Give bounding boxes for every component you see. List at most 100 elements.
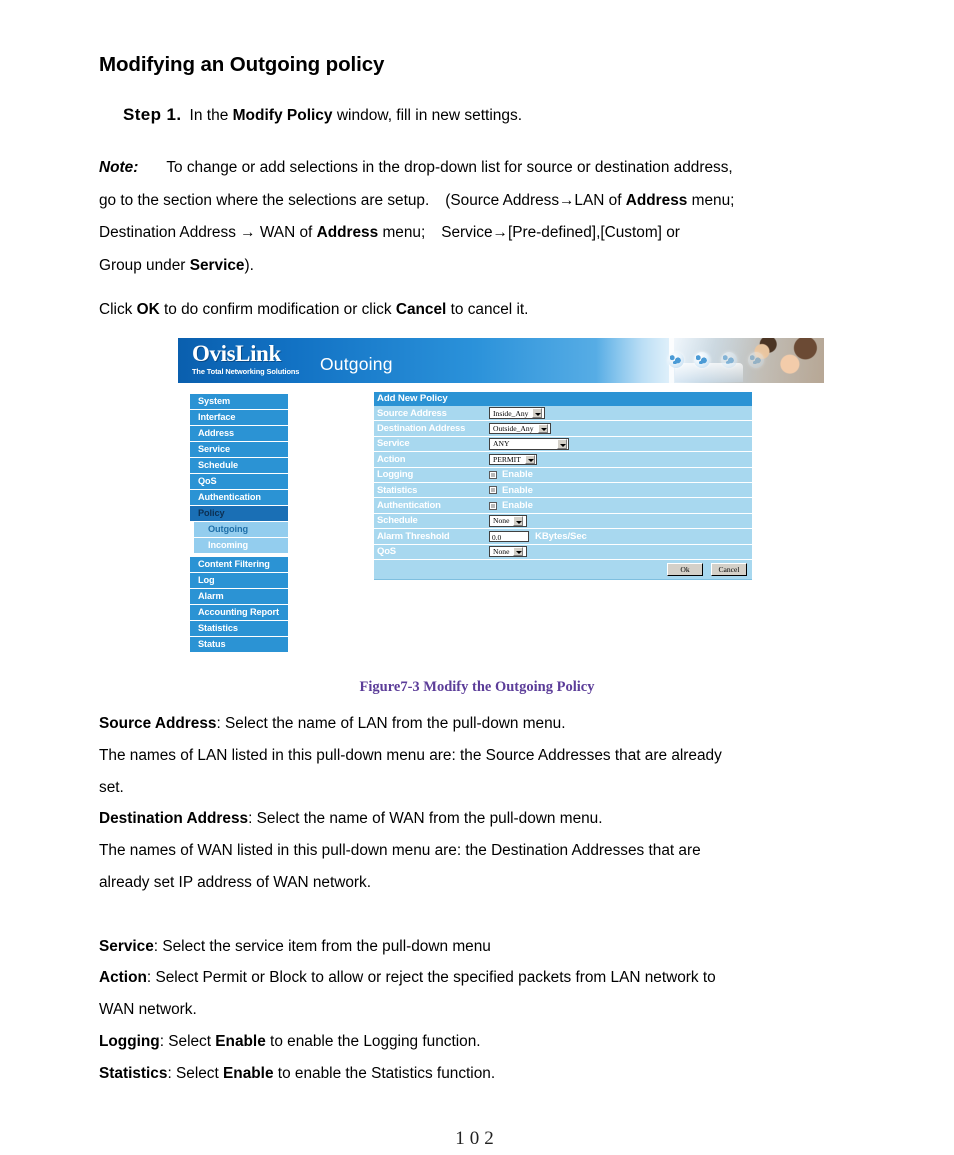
form-row-authentication: Authentication Enable	[374, 498, 752, 514]
desc-text-logging-a: : Select	[159, 1032, 212, 1050]
note-bold-service: Service	[189, 256, 245, 274]
sidebar-item-accounting-report[interactable]: Accounting Report	[190, 605, 288, 620]
desc-text-wan-1: The names of WAN listed in this pull-dow…	[99, 842, 701, 860]
label-source-address: Source Address	[377, 407, 447, 419]
statistics-enable-checkbox[interactable]	[489, 486, 497, 495]
label-qos: QoS	[377, 546, 396, 558]
desc-bold-enable-statistics: Enable	[223, 1064, 274, 1082]
desc-source-address: Source Address: Select the name of LAN f…	[99, 708, 911, 740]
desc-wan-names-2: already set IP address of WAN network.	[99, 867, 911, 899]
sidebar-item-address[interactable]: Address	[190, 426, 288, 441]
sidebar-item-authentication[interactable]: Authentication	[190, 490, 288, 505]
desc-service: Service: Select the service item from th…	[99, 931, 911, 963]
click-text-c: to cancel it.	[450, 301, 529, 318]
cancel-button[interactable]: Cancel	[711, 563, 747, 576]
schedule-select[interactable]: None	[489, 515, 527, 527]
note-bold-address-1: Address	[625, 191, 688, 209]
click-ok-cancel-line: Click OK to do confirm modification or c…	[99, 296, 528, 324]
note-paragraph: Note: To change or add selections in the …	[99, 152, 911, 282]
note-line-1: To change or add selections in the drop-…	[166, 159, 733, 176]
sidebar-item-log[interactable]: Log	[190, 573, 288, 588]
sidebar-item-qos[interactable]: QoS	[190, 474, 288, 489]
form-row-destination-address: Destination Address Outside_Any	[374, 421, 752, 437]
sidebar-item-incoming[interactable]: Incoming	[194, 538, 288, 553]
label-statistics: Statistics	[377, 484, 418, 496]
note-label: Note:	[99, 159, 139, 176]
destination-address-value: Outside_Any	[493, 424, 534, 434]
note-arrow-icon: →	[240, 224, 256, 241]
page-title: Modifying an Outgoing policy	[99, 53, 385, 76]
form-title: Add New Policy	[374, 392, 752, 406]
desc-blank-line	[99, 899, 911, 931]
form-row-action: Action PERMIT	[374, 452, 752, 468]
desc-text-lan-2: set.	[99, 778, 124, 796]
desc-text-statistics-a: : Select	[167, 1064, 219, 1082]
sidebar-item-statistics[interactable]: Statistics	[190, 621, 288, 636]
note-line-2a: go to the section where the selections a…	[99, 191, 430, 209]
desc-statistics: Statistics: Select Enable to enable the …	[99, 1058, 911, 1090]
globe-icon	[721, 352, 737, 368]
ok-button[interactable]: Ok	[667, 563, 703, 576]
form-row-alarm-threshold: Alarm Threshold 0.0 KBytes/Sec	[374, 529, 752, 545]
chevron-down-icon	[513, 516, 524, 526]
qos-select[interactable]: None	[489, 545, 527, 558]
logging-enable-checkbox[interactable]	[489, 470, 497, 479]
sidebar-item-system[interactable]: System	[190, 394, 288, 409]
globe-icon	[748, 352, 764, 368]
sidebar-item-interface[interactable]: Interface	[190, 410, 288, 425]
desc-term-action: Action	[99, 969, 147, 987]
sidebar-item-outgoing[interactable]: Outgoing	[194, 522, 288, 537]
label-authentication: Authentication	[377, 500, 441, 512]
desc-lan-names-1: The names of LAN listed in this pull-dow…	[99, 740, 911, 772]
service-value: ANY	[493, 439, 510, 449]
sidebar-item-policy[interactable]: Policy	[190, 506, 288, 521]
sidebar-item-alarm[interactable]: Alarm	[190, 589, 288, 604]
step-text-2: window, fill in new settings.	[336, 107, 523, 124]
desc-destination-address: Destination Address: Select the name of …	[99, 803, 911, 835]
note-line-3d: Service→[Pre-defined],[Custom] or	[441, 224, 680, 241]
page-number: 102	[455, 1128, 499, 1149]
desc-text-lan-1: The names of LAN listed in this pull-dow…	[99, 746, 722, 764]
screenshot-page-title: Outgoing	[320, 354, 393, 374]
form-row-statistics: Statistics Enable	[374, 482, 752, 499]
destination-address-select[interactable]: Outside_Any	[489, 422, 551, 435]
document-page: Modifying an Outgoing policy Step 1. In t…	[0, 0, 954, 1155]
alarm-threshold-input[interactable]: 0.0	[489, 530, 529, 543]
sidebar-item-status[interactable]: Status	[190, 637, 288, 652]
service-select[interactable]: ANY	[489, 438, 569, 450]
sidebar-item-schedule[interactable]: Schedule	[190, 458, 288, 473]
header-photo-fade	[596, 338, 674, 383]
desc-text-action-cont: WAN network.	[99, 1001, 197, 1019]
sidebar-item-content-filtering[interactable]: Content Filtering	[190, 557, 288, 572]
screenshot-body: System Interface Address Service Schedul…	[178, 386, 824, 668]
ovislink-logo: OvisLink The Total Networking Solutions	[192, 342, 312, 377]
step-bold-modify-policy: Modify Policy	[232, 107, 333, 124]
desc-text-wan-2: already set IP address of WAN network.	[99, 873, 372, 891]
globe-icon	[694, 352, 710, 368]
note-line-2c: menu;	[691, 191, 735, 209]
sidebar-item-service[interactable]: Service	[190, 442, 288, 457]
desc-text-source-address: : Select the name of LAN from the pull-d…	[216, 715, 566, 732]
form-row-service: Service ANY	[374, 436, 752, 453]
schedule-value: None	[493, 516, 510, 526]
authentication-enable-checkbox[interactable]	[489, 501, 497, 510]
click-bold-ok: OK	[136, 301, 160, 318]
step-1-line: Step 1. In the Modify Policy window, fill…	[99, 105, 909, 125]
note-line-2b: (Source Address→LAN of	[445, 191, 622, 209]
action-select[interactable]: PERMIT	[489, 453, 537, 466]
chevron-down-icon	[537, 423, 548, 434]
form-button-row: Ok Cancel	[374, 559, 752, 579]
sidebar-nav: System Interface Address Service Schedul…	[190, 394, 288, 653]
globe-icon	[668, 352, 684, 368]
add-new-policy-form: Add New Policy Source Address Inside_Any…	[374, 392, 752, 580]
embedded-screenshot: OvisLink The Total Networking Solutions …	[178, 338, 824, 668]
note-bold-address-2: Address	[316, 224, 379, 241]
logging-enable-label: Enable	[502, 469, 533, 481]
desc-logging: Logging: Select Enable to enable the Log…	[99, 1026, 911, 1058]
note-line-4b: ).	[244, 256, 254, 274]
action-value: PERMIT	[493, 454, 521, 464]
desc-bold-enable-logging: Enable	[215, 1032, 266, 1050]
source-address-select[interactable]: Inside_Any	[489, 407, 545, 419]
desc-text-action: : Select Permit or Block to allow or rej…	[146, 969, 716, 987]
label-service: Service	[377, 438, 410, 450]
